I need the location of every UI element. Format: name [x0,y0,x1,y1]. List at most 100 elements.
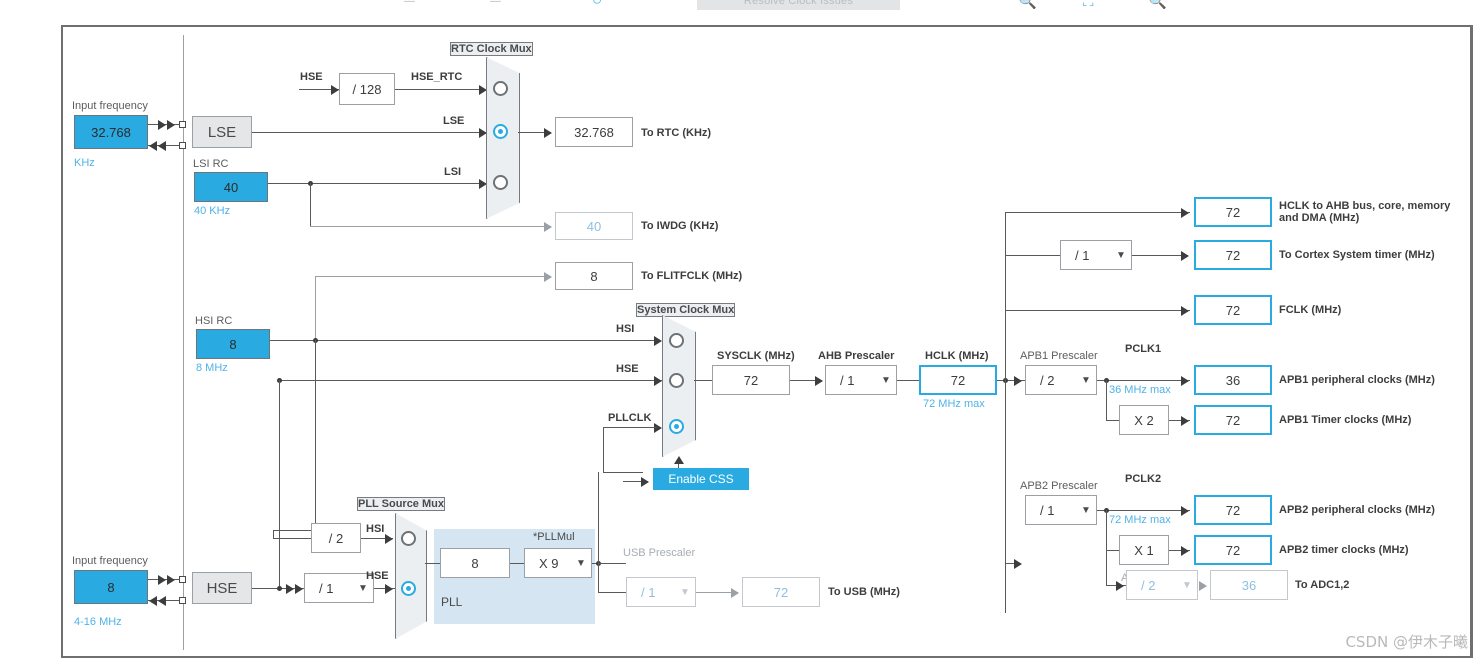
hsi-to-sysmux-wire [270,340,660,341]
css-arrow [641,477,649,487]
lsi-rc-value: 40 [194,172,268,202]
cortex-prescaler-select[interactable]: / 1 ▼ [1060,240,1132,270]
apb2-max-label: 72 MHz max [1109,514,1171,526]
hse-range-label: 4-16 MHz [74,616,122,628]
fclk-arrow [1181,306,1189,316]
apb1-prescaler-select[interactable]: / 2 ▼ [1025,365,1097,395]
pllmux-hsi-arrow [385,534,393,544]
hclk-value: 72 [919,365,997,395]
zoom-minus-icon-2[interactable]: ─ [490,0,501,9]
hse-div-arrow-1 [286,584,294,594]
adc-prescaler-value: / 2 [1141,577,1156,593]
rtc-mux-out-arrow [544,128,552,138]
hse-prescaler-value: / 1 [319,580,334,596]
pll-source-mux-title: PLL Source Mux [357,497,445,511]
clock-toolbar: ─ ─ ○ Resolve Clock Issues 🔍 ⛶ 🔍 [0,0,1478,22]
cortex-prescaler-value: / 1 [1075,247,1090,263]
usb-in-wire-h [598,592,626,593]
pclk2-wire [1097,510,1190,511]
to-adc-value: 36 [1210,570,1288,600]
adc-prescaler-select[interactable]: / 2 ▼ [1126,570,1198,600]
chevron-down-icon: ▼ [576,557,586,569]
to-iwdg-value: 40 [555,212,633,240]
pllmux-hse-arrow [385,584,393,594]
rtc-lsi-label: LSI [444,166,462,178]
lse-input-frequency-field[interactable]: 32.768 [74,115,148,149]
apb1-in-arrow [1014,376,1022,386]
to-rtc-label: To RTC (KHz) [641,127,712,139]
rtc-mux-option-lse[interactable] [493,124,508,139]
zoom-in-icon[interactable]: 🔍 [1148,0,1167,9]
zoom-minus-icon[interactable]: ─ [404,0,415,9]
hse-div-arrow-2 [295,584,303,594]
pllmux-option-hse[interactable] [401,581,416,596]
rtc-mux-option-lsi[interactable] [493,175,508,190]
sysmux-option-hsi[interactable] [669,333,684,348]
pclk2-label: PCLK2 [1125,473,1162,485]
sysmux-pllclk-label: PLLCLK [608,412,652,424]
pll-out-up-wire [598,472,599,563]
hsi-div2-step [273,530,274,538]
rtc-lsi-arrow [479,179,487,189]
apb2-periph-arrow [1181,506,1189,516]
cortex-timer-arrow [1181,251,1189,261]
chevron-down-icon: ▼ [680,586,690,598]
apb2-periph-value: 72 [1194,495,1272,525]
chevron-down-icon: ▼ [1116,249,1126,261]
rtc-hse-label: HSE [300,71,323,83]
apb1-timer-label: APB1 Timer clocks (MHz) [1279,414,1412,426]
apb2-prescaler-select[interactable]: / 1 ▼ [1025,495,1097,525]
zoom-out-icon[interactable]: 🔍 [1018,0,1037,9]
hclk-max-label: 72 MHz max [923,398,985,410]
pllmux-hsi-label: HSI [366,523,385,535]
system-clock-mux-title: System Clock Mux [636,303,736,317]
rtc-lsi-wire [268,183,486,184]
sysmux-option-pllclk[interactable] [669,419,684,434]
pllmul-value: X 9 [539,555,559,571]
hse-out-arrow-2 [158,596,166,606]
rtc-hse-rtc-arrow [479,85,487,95]
hclk-bus-vertical [1005,212,1006,613]
apb1-prescaler-value: / 2 [1040,372,1055,388]
ahb-in-arrow [815,376,823,386]
pllclk-wire-h2 [603,472,643,473]
circle-refresh-icon[interactable]: ○ [592,0,602,8]
pllmux-hse-label: HSE [366,570,389,582]
lsi-rc-title: LSI RC [193,158,229,170]
usb-prescaler-value: / 1 [641,584,656,600]
sysmux-option-hse[interactable] [669,373,684,388]
pllmux-option-hsi[interactable] [401,531,416,546]
flitfclk-wire [315,276,551,277]
hse-input-frequency-field[interactable]: 8 [74,570,148,604]
resolve-clock-issues-button[interactable]: Resolve Clock Issues [697,0,900,10]
rtc-lse-arrow [479,128,487,138]
hse-prescaler-select[interactable]: / 1 ▼ [304,573,374,603]
lse-oscillator-block[interactable]: LSE [192,116,252,148]
iwdg-arrow [544,222,552,232]
clock-tree-diagram: Input frequency 32.768 KHz LSE LSI RC 40… [61,25,1473,658]
ahb-prescaler-select[interactable]: / 1 ▼ [825,365,897,395]
sysmux-hse-label: HSE [616,363,639,375]
hse-oscillator-block[interactable]: HSE [192,572,252,604]
ahb-prescaler-title: AHB Prescaler [818,350,895,362]
fit-screen-icon[interactable]: ⛶ [1083,0,1094,9]
pllmul-select[interactable]: X 9 ▼ [524,548,592,578]
rtc-hse-divider: / 128 [339,73,395,105]
usb-out-arrow [731,588,739,598]
hse-branch-down [279,380,280,588]
watermark: CSDN @伊木子曦 [1345,633,1468,651]
to-flitfclk-label: To FLITFCLK (MHz) [641,270,743,282]
apb1-timer-branch-v [1106,380,1107,420]
to-adc-label: To ADC1,2 [1295,579,1350,591]
usb-prescaler-title: USB Prescaler [623,547,696,559]
rtc-lse-label: LSE [443,115,465,127]
hclk-ahb-label: HCLK to AHB bus, core, memory and DMA (M… [1279,200,1451,224]
enable-css-button[interactable]: Enable CSS [653,468,749,490]
apb2-timer-multiplier: X 1 [1119,535,1169,565]
hse-input-frequency-label: Input frequency [72,555,148,567]
chevron-down-icon: ▼ [1081,504,1091,516]
cortex-timer-label: To Cortex System timer (MHz) [1279,249,1435,261]
usb-prescaler-select[interactable]: / 1 ▼ [626,577,696,607]
rtc-mux-option-hse-rtc[interactable] [493,81,508,96]
lse-pin-in [179,121,186,128]
